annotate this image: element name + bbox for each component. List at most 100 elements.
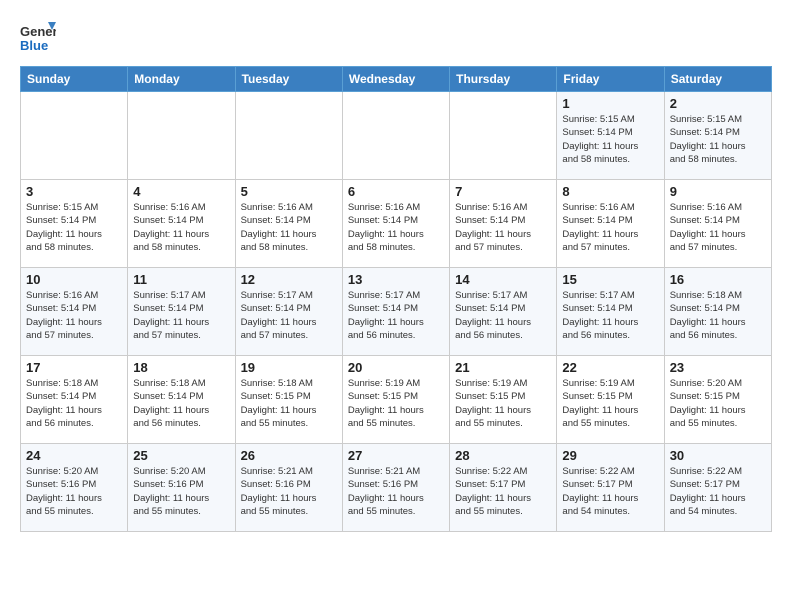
day-info: Sunrise: 5:21 AM Sunset: 5:16 PM Dayligh… [348, 465, 444, 518]
day-number: 13 [348, 272, 444, 287]
calendar-cell: 2 Sunrise: 5:15 AM Sunset: 5:14 PM Daylig… [664, 92, 771, 180]
calendar-week-row: 1Sunrise: 5:15 AM Sunset: 5:14 PM Daylig… [21, 92, 772, 180]
weekday-header-friday: Friday [557, 67, 664, 92]
calendar-cell: 6 Sunrise: 5:16 AM Sunset: 5:14 PM Daylig… [342, 180, 449, 268]
day-number: 14 [455, 272, 551, 287]
calendar-cell: 10 Sunrise: 5:16 AM Sunset: 5:14 PM Dayli… [21, 268, 128, 356]
calendar-week-row: 3 Sunrise: 5:15 AM Sunset: 5:14 PM Daylig… [21, 180, 772, 268]
calendar-week-row: 24 Sunrise: 5:20 AM Sunset: 5:16 PM Dayli… [21, 444, 772, 532]
calendar-cell: 3 Sunrise: 5:15 AM Sunset: 5:14 PM Daylig… [21, 180, 128, 268]
calendar-week-row: 17 Sunrise: 5:18 AM Sunset: 5:14 PM Dayli… [21, 356, 772, 444]
day-number: 10 [26, 272, 122, 287]
day-info: Sunrise: 5:18 AM Sunset: 5:14 PM Dayligh… [26, 377, 122, 430]
weekday-header-row: SundayMondayTuesdayWednesdayThursdayFrid… [21, 67, 772, 92]
calendar-cell: 29 Sunrise: 5:22 AM Sunset: 5:17 PM Dayli… [557, 444, 664, 532]
day-number: 12 [241, 272, 337, 287]
day-number: 23 [670, 360, 766, 375]
day-info: Sunrise: 5:22 AM Sunset: 5:17 PM Dayligh… [562, 465, 658, 518]
day-number: 30 [670, 448, 766, 463]
day-info: Sunrise: 5:17 AM Sunset: 5:14 PM Dayligh… [455, 289, 551, 342]
day-info: Sunrise: 5:15 AM Sunset: 5:14 PM Dayligh… [26, 201, 122, 254]
day-info: Sunrise: 5:16 AM Sunset: 5:14 PM Dayligh… [133, 201, 229, 254]
day-number: 25 [133, 448, 229, 463]
day-info: Sunrise: 5:18 AM Sunset: 5:14 PM Dayligh… [670, 289, 766, 342]
calendar-cell: 24 Sunrise: 5:20 AM Sunset: 5:16 PM Dayli… [21, 444, 128, 532]
day-info: Sunrise: 5:16 AM Sunset: 5:14 PM Dayligh… [348, 201, 444, 254]
calendar-week-row: 10 Sunrise: 5:16 AM Sunset: 5:14 PM Dayli… [21, 268, 772, 356]
calendar-cell: 16 Sunrise: 5:18 AM Sunset: 5:14 PM Dayli… [664, 268, 771, 356]
logo-svg: General Blue [20, 20, 56, 56]
day-number: 27 [348, 448, 444, 463]
header: General Blue [20, 16, 772, 56]
calendar-cell: 9 Sunrise: 5:16 AM Sunset: 5:14 PM Daylig… [664, 180, 771, 268]
day-number: 17 [26, 360, 122, 375]
calendar-cell: 12 Sunrise: 5:17 AM Sunset: 5:14 PM Dayli… [235, 268, 342, 356]
calendar-cell [450, 92, 557, 180]
calendar-cell: 11 Sunrise: 5:17 AM Sunset: 5:14 PM Dayli… [128, 268, 235, 356]
weekday-header-sunday: Sunday [21, 67, 128, 92]
day-number: 9 [670, 184, 766, 199]
day-number: 19 [241, 360, 337, 375]
day-info: Sunrise: 5:16 AM Sunset: 5:14 PM Dayligh… [241, 201, 337, 254]
page: General Blue SundayMondayTuesdayWednesda… [0, 0, 792, 548]
calendar-cell: 27 Sunrise: 5:21 AM Sunset: 5:16 PM Dayli… [342, 444, 449, 532]
day-info: Sunrise: 5:19 AM Sunset: 5:15 PM Dayligh… [348, 377, 444, 430]
day-info: Sunrise: 5:18 AM Sunset: 5:15 PM Dayligh… [241, 377, 337, 430]
day-number: 2 [670, 96, 766, 111]
day-number: 15 [562, 272, 658, 287]
calendar-cell: 30 Sunrise: 5:22 AM Sunset: 5:17 PM Dayli… [664, 444, 771, 532]
calendar-cell: 1Sunrise: 5:15 AM Sunset: 5:14 PM Daylig… [557, 92, 664, 180]
calendar-cell: 20 Sunrise: 5:19 AM Sunset: 5:15 PM Dayli… [342, 356, 449, 444]
day-number: 24 [26, 448, 122, 463]
day-number: 22 [562, 360, 658, 375]
day-number: 3 [26, 184, 122, 199]
calendar: SundayMondayTuesdayWednesdayThursdayFrid… [20, 66, 772, 532]
day-number: 29 [562, 448, 658, 463]
day-number: 20 [348, 360, 444, 375]
day-info: Sunrise: 5:19 AM Sunset: 5:15 PM Dayligh… [562, 377, 658, 430]
day-info: Sunrise: 5:17 AM Sunset: 5:14 PM Dayligh… [133, 289, 229, 342]
day-info: Sunrise: 5:20 AM Sunset: 5:16 PM Dayligh… [133, 465, 229, 518]
calendar-cell: 25 Sunrise: 5:20 AM Sunset: 5:16 PM Dayli… [128, 444, 235, 532]
day-info: Sunrise: 5:16 AM Sunset: 5:14 PM Dayligh… [455, 201, 551, 254]
day-number: 11 [133, 272, 229, 287]
calendar-cell: 15Sunrise: 5:17 AM Sunset: 5:14 PM Dayli… [557, 268, 664, 356]
day-info: Sunrise: 5:17 AM Sunset: 5:14 PM Dayligh… [241, 289, 337, 342]
day-number: 6 [348, 184, 444, 199]
day-info: Sunrise: 5:22 AM Sunset: 5:17 PM Dayligh… [670, 465, 766, 518]
day-info: Sunrise: 5:19 AM Sunset: 5:15 PM Dayligh… [455, 377, 551, 430]
day-number: 21 [455, 360, 551, 375]
calendar-cell [21, 92, 128, 180]
day-info: Sunrise: 5:15 AM Sunset: 5:14 PM Dayligh… [562, 113, 658, 166]
calendar-cell: 4 Sunrise: 5:16 AM Sunset: 5:14 PM Daylig… [128, 180, 235, 268]
weekday-header-monday: Monday [128, 67, 235, 92]
day-info: Sunrise: 5:15 AM Sunset: 5:14 PM Dayligh… [670, 113, 766, 166]
day-info: Sunrise: 5:16 AM Sunset: 5:14 PM Dayligh… [562, 201, 658, 254]
day-info: Sunrise: 5:16 AM Sunset: 5:14 PM Dayligh… [670, 201, 766, 254]
weekday-header-thursday: Thursday [450, 67, 557, 92]
calendar-cell: 8Sunrise: 5:16 AM Sunset: 5:14 PM Daylig… [557, 180, 664, 268]
day-number: 4 [133, 184, 229, 199]
day-number: 26 [241, 448, 337, 463]
calendar-cell: 28Sunrise: 5:22 AM Sunset: 5:17 PM Dayli… [450, 444, 557, 532]
day-info: Sunrise: 5:20 AM Sunset: 5:16 PM Dayligh… [26, 465, 122, 518]
day-info: Sunrise: 5:21 AM Sunset: 5:16 PM Dayligh… [241, 465, 337, 518]
calendar-cell: 14 Sunrise: 5:17 AM Sunset: 5:14 PM Dayli… [450, 268, 557, 356]
day-info: Sunrise: 5:16 AM Sunset: 5:14 PM Dayligh… [26, 289, 122, 342]
calendar-cell: 19 Sunrise: 5:18 AM Sunset: 5:15 PM Dayli… [235, 356, 342, 444]
calendar-cell: 17 Sunrise: 5:18 AM Sunset: 5:14 PM Dayli… [21, 356, 128, 444]
logo: General Blue [20, 20, 56, 56]
weekday-header-tuesday: Tuesday [235, 67, 342, 92]
calendar-cell [128, 92, 235, 180]
day-number: 28 [455, 448, 551, 463]
calendar-cell: 23Sunrise: 5:20 AM Sunset: 5:15 PM Dayli… [664, 356, 771, 444]
calendar-cell: 21 Sunrise: 5:19 AM Sunset: 5:15 PM Dayli… [450, 356, 557, 444]
day-number: 5 [241, 184, 337, 199]
day-number: 7 [455, 184, 551, 199]
calendar-cell: 7 Sunrise: 5:16 AM Sunset: 5:14 PM Daylig… [450, 180, 557, 268]
day-info: Sunrise: 5:18 AM Sunset: 5:14 PM Dayligh… [133, 377, 229, 430]
day-number: 16 [670, 272, 766, 287]
calendar-cell [235, 92, 342, 180]
day-number: 18 [133, 360, 229, 375]
calendar-cell: 18 Sunrise: 5:18 AM Sunset: 5:14 PM Dayli… [128, 356, 235, 444]
